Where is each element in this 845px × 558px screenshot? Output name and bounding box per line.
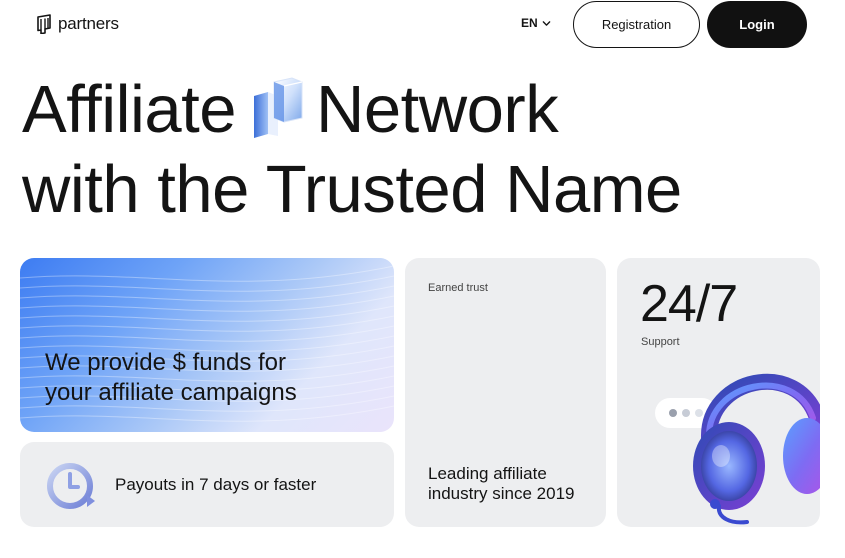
logo-text: partners	[58, 14, 119, 33]
hero-word-network: Network	[316, 72, 559, 147]
chevron-down-icon	[542, 20, 550, 26]
hero-title: Affiliate Network with the Trusted Name	[22, 70, 682, 230]
funds-text: We provide $ funds for your affiliate ca…	[45, 348, 297, 408]
login-button[interactable]: Login	[707, 1, 807, 48]
trust-card[interactable]: Earned trust Leading affiliate industry …	[405, 258, 606, 527]
hero-line-2: with the Trusted Name	[22, 152, 682, 227]
funds-text-line-1: We provide $ funds for	[45, 349, 287, 376]
payouts-card[interactable]: Payouts in 7 days or faster	[20, 442, 394, 527]
3d-block-icon	[254, 77, 303, 138]
hero-word-affiliate: Affiliate	[22, 72, 237, 147]
site-header: partners EN Registration Login	[0, 0, 845, 50]
funds-card[interactable]: We provide $ funds for your affiliate ca…	[20, 258, 394, 432]
payouts-text: Payouts in 7 days or faster	[115, 475, 317, 494]
support-card[interactable]: 24/7 Support	[617, 258, 820, 527]
trust-text-line-1: Leading affiliate	[428, 464, 547, 483]
language-label: EN	[521, 16, 538, 30]
registration-button[interactable]: Registration	[573, 1, 700, 48]
trust-label: Earned trust	[428, 282, 488, 294]
support-hours: 24/7	[640, 275, 738, 333]
hero-line-1: Affiliate Network	[22, 70, 682, 150]
language-selector[interactable]: EN	[521, 16, 551, 30]
logo[interactable]: partners	[36, 14, 119, 34]
headphones-icon	[655, 373, 820, 525]
funds-text-line-2: your affiliate campaigns	[45, 379, 297, 406]
trust-text: Leading affiliate industry since 2019	[428, 464, 574, 504]
clock-refresh-icon	[47, 463, 95, 509]
trust-text-line-2: industry since 2019	[428, 484, 575, 503]
partners-logo-icon	[37, 14, 51, 34]
